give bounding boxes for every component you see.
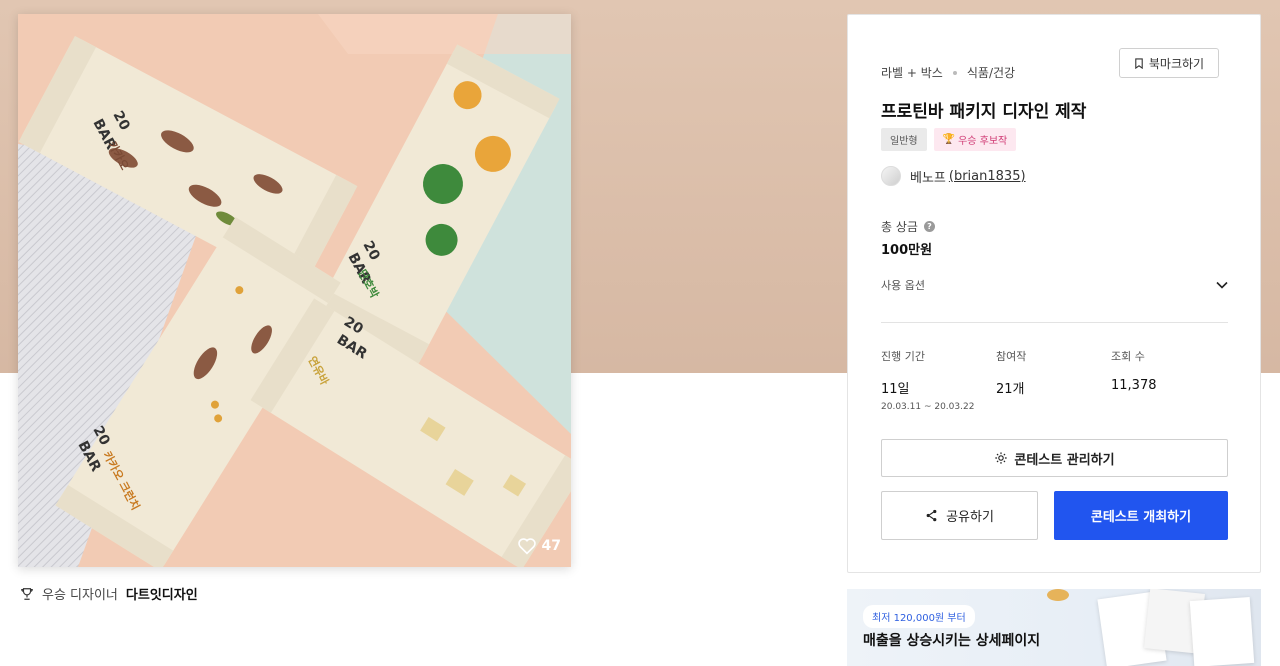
contest-info-panel: 라벨 + 박스 식품/건강 북마크하기 프로틴바 패키지 디자인 제작 일반형 … [847, 14, 1261, 573]
contest-title: 프로틴바 패키지 디자인 제작 [881, 102, 1087, 122]
usage-options-label: 사용 옵션 [881, 279, 925, 292]
usage-options-toggle[interactable]: 사용 옵션 [881, 277, 1228, 293]
product-image[interactable]: 20 BAR 카카오 20 BAR 단호박 20 BAR 카카오 크런치 20 … [18, 14, 571, 567]
gear-icon [995, 452, 1008, 464]
stat-date-range: 20.03.11 ~ 20.03.22 [881, 402, 975, 412]
like-count: 47 [541, 538, 561, 554]
stat-views: 조회 수 11,378 [1111, 348, 1226, 412]
share-button[interactable]: 공유하기 [881, 491, 1038, 540]
ad-headline: 매출을 상승시키는 상세페이지 [863, 633, 1041, 649]
prize-label-text: 총 상금 [881, 220, 918, 234]
category-secondary[interactable]: 식품/건강 [967, 64, 1015, 81]
host-handle-link[interactable]: (brian1835) [949, 169, 1026, 184]
stat-value: 11,378 [1111, 378, 1157, 393]
stat-value: 11일 [881, 382, 910, 397]
heart-icon [517, 538, 536, 555]
category-primary[interactable]: 라벨 + 박스 [881, 64, 943, 81]
manage-contest-label: 콘테스트 관리하기 [1014, 452, 1115, 468]
stat-value: 21개 [996, 382, 1025, 397]
like-button[interactable]: 47 [517, 537, 561, 555]
host-info: 베노프 (brian1835) [881, 166, 1026, 186]
winner-designer: 우승 디자이너 다트잇디자인 [20, 584, 198, 603]
manage-contest-button[interactable]: 콘테스트 관리하기 [881, 439, 1228, 477]
share-icon [926, 509, 937, 522]
bookmark-button[interactable]: 북마크하기 [1119, 48, 1219, 78]
separator-dot [952, 70, 957, 75]
price-pill: 최저 120,000원 부터 [863, 605, 975, 628]
prize-label: 총 상금 ? [881, 218, 935, 235]
ad-decor-ball [1047, 589, 1069, 601]
host-name: 베노프 [910, 170, 946, 186]
ad-banner[interactable]: 최저 120,000원 부터 매출을 상승시키는 상세페이지 [847, 589, 1261, 666]
divider [881, 322, 1228, 323]
category-breadcrumb: 라벨 + 박스 식품/건강 [881, 64, 1015, 81]
bookmark-icon [1135, 57, 1143, 69]
stat-label: 참여작 [996, 350, 1027, 363]
stat-label: 조회 수 [1111, 350, 1145, 363]
host-contest-button[interactable]: 콘테스트 개최하기 [1054, 491, 1228, 540]
type-badge: 일반형 [881, 128, 927, 151]
chevron-down-icon [1216, 281, 1228, 289]
prize-value: 100만원 [881, 243, 933, 258]
stat-label: 진행 기간 [881, 350, 925, 363]
trophy-icon: 🏆 [942, 134, 956, 145]
winner-candidate-badge: 🏆 우승 후보작 [933, 128, 1017, 151]
stat-duration: 진행 기간 11일 20.03.11 ~ 20.03.22 [881, 348, 996, 412]
winner-name[interactable]: 다트잇디자인 [126, 584, 198, 603]
help-icon[interactable]: ? [923, 221, 935, 232]
stat-entries: 참여작 21개 [996, 348, 1111, 412]
winner-prefix: 우승 디자이너 [42, 588, 118, 603]
ad-mockup-image [1189, 596, 1255, 666]
avatar [881, 166, 901, 186]
trophy-icon [21, 587, 33, 600]
contest-stats: 진행 기간 11일 20.03.11 ~ 20.03.22 참여작 21개 조회… [881, 348, 1228, 412]
share-label: 공유하기 [946, 510, 994, 525]
badges: 일반형 🏆 우승 후보작 [881, 128, 1017, 151]
winner-candidate-label: 우승 후보작 [958, 136, 1008, 147]
bookmark-label: 북마크하기 [1148, 56, 1205, 71]
product-illustration: 20 BAR 카카오 20 BAR 단호박 20 BAR 카카오 크런치 20 … [18, 14, 571, 567]
